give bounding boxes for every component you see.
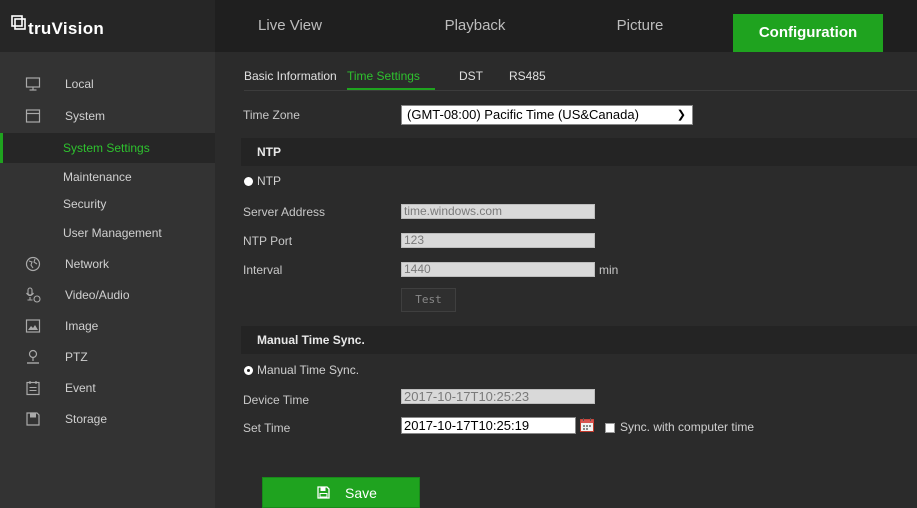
sidebar-item-security[interactable]: Security [0, 189, 215, 219]
monitor-icon [25, 77, 41, 91]
storage-icon [26, 412, 40, 426]
subtab-divider [244, 90, 917, 91]
sidebar-item-label: System Settings [63, 141, 150, 155]
tab-rs485[interactable]: RS485 [509, 69, 546, 83]
tab-configuration[interactable]: Configuration [733, 14, 883, 52]
sidebar-item-system[interactable]: System [0, 101, 215, 131]
test-button[interactable]: Test [401, 288, 456, 312]
globe-icon [25, 256, 41, 272]
sidebar-item-video-audio[interactable]: Video/Audio [0, 280, 215, 310]
sidebar-item-ptz[interactable]: PTZ [0, 342, 215, 372]
main-content: Basic Information Time Settings DST RS48… [215, 52, 917, 508]
time-zone-value: (GMT-08:00) Pacific Time (US&Canada) [407, 107, 639, 122]
ntp-port-field[interactable]: 123 [401, 233, 595, 248]
sidebar-item-storage[interactable]: Storage [0, 404, 215, 434]
sidebar-item-image[interactable]: Image [0, 311, 215, 341]
sidebar-item-label: PTZ [65, 350, 88, 364]
microphone-icon [26, 287, 41, 303]
manual-time-sync-radio[interactable] [244, 366, 253, 375]
sidebar-item-label: Event [65, 381, 96, 395]
logo-icon [11, 15, 26, 30]
set-time-input[interactable]: 2017-10-17T10:25:19 [401, 417, 576, 434]
ntp-section-header: NTP [241, 138, 917, 166]
sidebar-item-event[interactable]: Event [0, 373, 215, 403]
sync-with-computer-label: Sync. with computer time [620, 420, 755, 434]
time-zone-select[interactable]: (GMT-08:00) Pacific Time (US&Canada) ❯ [401, 105, 693, 125]
logo-text: truVision [28, 19, 105, 38]
manual-time-sync-radio-label: Manual Time Sync. [257, 363, 360, 377]
sidebar-item-maintenance[interactable]: Maintenance [0, 162, 215, 192]
ntp-radio-label: NTP [257, 174, 281, 188]
tab-dst[interactable]: DST [459, 69, 483, 83]
ntp-radio[interactable] [244, 177, 253, 186]
logo: truVision [0, 0, 215, 52]
sidebar-item-system-settings[interactable]: System Settings [0, 133, 215, 163]
ntp-section-title: NTP [257, 145, 281, 159]
system-icon [25, 109, 41, 123]
set-time-label: Set Time [243, 421, 291, 435]
tab-time-settings[interactable]: Time Settings [347, 69, 420, 83]
manual-sync-section-title: Manual Time Sync. [257, 333, 365, 347]
manual-sync-section-header: Manual Time Sync. [241, 326, 917, 354]
calendar-icon [26, 381, 40, 396]
sidebar-item-user-management[interactable]: User Management [0, 218, 215, 248]
save-label: Save [345, 485, 377, 501]
active-tab-underline [347, 88, 435, 90]
top-navigation-bar: truVision Live View Playback Picture Con… [0, 0, 917, 52]
sidebar-item-label: Local [65, 77, 94, 91]
server-address-label: Server Address [243, 205, 326, 219]
interval-unit: min [599, 263, 619, 277]
tab-live-view[interactable]: Live View [215, 0, 365, 52]
sidebar-item-label: User Management [63, 226, 162, 240]
ptz-icon [27, 349, 39, 364]
save-button[interactable]: Save [262, 477, 420, 508]
interval-label: Interval [243, 263, 283, 277]
sidebar-item-label: Video/Audio [65, 288, 130, 302]
tab-basic-information[interactable]: Basic Information [244, 69, 337, 83]
save-icon [317, 486, 330, 499]
tab-playback[interactable]: Playback [400, 0, 550, 52]
tab-picture[interactable]: Picture [570, 0, 710, 52]
sidebar-item-local[interactable]: Local [0, 69, 215, 99]
device-time-label: Device Time [243, 393, 310, 407]
interval-field[interactable]: 1440 [401, 262, 595, 277]
ntp-port-label: NTP Port [243, 234, 293, 248]
time-zone-label: Time Zone [243, 108, 300, 122]
sidebar-item-network[interactable]: Network [0, 249, 215, 279]
sync-with-computer-checkbox[interactable] [605, 423, 615, 433]
device-time-field: 2017-10-17T10:25:23 [401, 389, 595, 404]
chevron-down-icon: ❯ [676, 109, 686, 121]
sidebar-item-label: Storage [65, 412, 108, 426]
server-address-field[interactable]: time.windows.com [401, 204, 595, 219]
sidebar-item-label: Image [65, 319, 99, 333]
sidebar-item-label: Security [63, 197, 107, 211]
sidebar-item-label: Network [65, 257, 110, 271]
sidebar: Local System System Settings Maintenance… [0, 52, 215, 508]
calendar-picker-icon[interactable] [580, 418, 594, 432]
image-icon [25, 319, 41, 333]
sidebar-item-label: Maintenance [63, 170, 132, 184]
sidebar-item-label: System [65, 109, 106, 123]
